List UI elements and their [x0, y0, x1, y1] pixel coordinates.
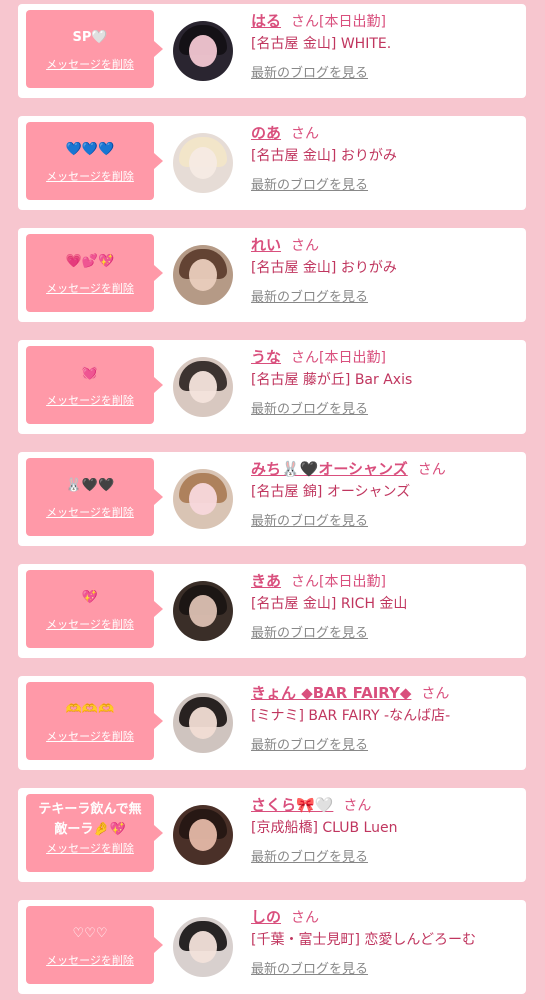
message-text: SP🤍	[72, 30, 108, 45]
shop-label: [千葉・富士見町] 恋愛しんどろーむ	[251, 932, 476, 948]
latest-blog-link[interactable]: 最新のブログを見る	[251, 286, 368, 310]
list-item: 🫶🫶🫶 メッセージを削除 きょん ◆BAR FAIRY◆ さん [ミナミ] BAR…	[18, 676, 526, 770]
delete-message-link[interactable]: メッセージを削除	[26, 729, 154, 745]
list-item: SP🤍 メッセージを削除 はる さん[本日出勤] [名古屋 金山] WHITE. …	[18, 4, 526, 98]
message-text: 💙💙💙	[65, 142, 115, 157]
latest-blog-link[interactable]: 最新のブログを見る	[251, 958, 368, 982]
message-text: 💗💕💖	[65, 254, 115, 269]
profile-info: きょん ◆BAR FAIRY◆ さん [ミナミ] BAR FAIRY -なんば店-…	[251, 682, 521, 758]
profile-info: さくら🎀🤍 さん [京成船橋] CLUB Luen 最新のブログを見る	[251, 794, 521, 870]
profile-info: れい さん [名古屋 金山] おりがみ 最新のブログを見る	[251, 234, 521, 310]
message-bubble: 💖 メッセージを削除	[26, 570, 163, 648]
honorific-status: さん	[417, 462, 446, 478]
honorific-status: さん	[291, 126, 320, 142]
list-item: 💓 メッセージを削除 うな さん[本日出勤] [名古屋 藤が丘] Bar Axis…	[18, 340, 526, 434]
avatar[interactable]	[173, 133, 233, 193]
latest-blog-link[interactable]: 最新のブログを見る	[251, 734, 368, 758]
profile-info: しの さん [千葉・富士見町] 恋愛しんどろーむ 最新のブログを見る	[251, 906, 521, 982]
latest-blog-link[interactable]: 最新のブログを見る	[251, 174, 368, 198]
message-bubble: SP🤍 メッセージを削除	[26, 10, 163, 88]
delete-message-link[interactable]: メッセージを削除	[26, 617, 154, 633]
latest-blog-link[interactable]: 最新のブログを見る	[251, 510, 368, 534]
message-bubble: 🐰🖤🖤 メッセージを削除	[26, 458, 163, 536]
shop-label: [名古屋 金山] おりがみ	[251, 148, 397, 164]
message-bubble: 💓 メッセージを削除	[26, 346, 163, 424]
avatar[interactable]	[173, 581, 233, 641]
message-text: テキーラ飲んで無敵ーラ🤌💖	[38, 802, 142, 837]
latest-blog-link[interactable]: 最新のブログを見る	[251, 846, 368, 870]
profile-name-link[interactable]: れい	[251, 236, 281, 254]
avatar[interactable]	[173, 917, 233, 977]
avatar[interactable]	[173, 469, 233, 529]
message-text: 🐰🖤🖤	[65, 478, 115, 493]
delete-message-link[interactable]: メッセージを削除	[26, 505, 154, 521]
message-text: ♡♡♡	[72, 926, 108, 941]
avatar[interactable]	[173, 245, 233, 305]
list-item: 💖 メッセージを削除 きあ さん[本日出勤] [名古屋 金山] RICH 金山 最…	[18, 564, 526, 658]
shop-label: [ミナミ] BAR FAIRY -なんば店-	[251, 708, 451, 724]
latest-blog-link[interactable]: 最新のブログを見る	[251, 622, 368, 646]
delete-message-link[interactable]: メッセージを削除	[26, 169, 154, 185]
delete-message-link[interactable]: メッセージを削除	[26, 393, 154, 409]
list-item: テキーラ飲んで無敵ーラ🤌💖 メッセージを削除 さくら🎀🤍 さん [京成船橋] CL…	[18, 788, 526, 882]
avatar[interactable]	[173, 805, 233, 865]
profile-info: はる さん[本日出勤] [名古屋 金山] WHITE. 最新のブログを見る	[251, 10, 521, 86]
profile-info: きあ さん[本日出勤] [名古屋 金山] RICH 金山 最新のブログを見る	[251, 570, 521, 646]
profile-name-link[interactable]: のあ	[251, 124, 281, 142]
message-bubble: 💙💙💙 メッセージを削除	[26, 122, 163, 200]
shop-label: [京成船橋] CLUB Luen	[251, 820, 398, 836]
honorific-status: さん	[291, 910, 320, 926]
honorific-status: さん	[291, 238, 320, 254]
honorific-status: さん	[343, 798, 372, 814]
profile-name-link[interactable]: みち🐰🖤オーシャンズ	[251, 460, 408, 478]
avatar[interactable]	[173, 357, 233, 417]
honorific-status: さん[本日出勤]	[291, 14, 386, 30]
profile-name-link[interactable]: きょん ◆BAR FAIRY◆	[251, 684, 411, 702]
message-bubble: ♡♡♡ メッセージを削除	[26, 906, 163, 984]
latest-blog-link[interactable]: 最新のブログを見る	[251, 398, 368, 422]
shop-label: [名古屋 錦] オーシャンズ	[251, 484, 411, 500]
profile-info: うな さん[本日出勤] [名古屋 藤が丘] Bar Axis 最新のブログを見る	[251, 346, 521, 422]
message-text: 💓	[81, 366, 99, 381]
shop-label: [名古屋 金山] WHITE.	[251, 36, 392, 52]
list-item: 🐰🖤🖤 メッセージを削除 みち🐰🖤オーシャンズ さん [名古屋 錦] オーシャンズ…	[18, 452, 526, 546]
profile-name-link[interactable]: はる	[251, 12, 281, 30]
message-text: 🫶🫶🫶	[65, 702, 115, 717]
message-bubble: 🫶🫶🫶 メッセージを削除	[26, 682, 163, 760]
message-bubble: 💗💕💖 メッセージを削除	[26, 234, 163, 312]
delete-message-link[interactable]: メッセージを削除	[26, 57, 154, 73]
profile-name-link[interactable]: さくら🎀🤍	[251, 796, 333, 814]
list-item: 💗💕💖 メッセージを削除 れい さん [名古屋 金山] おりがみ 最新のブログを見…	[18, 228, 526, 322]
shop-label: [名古屋 藤が丘] Bar Axis	[251, 372, 413, 388]
profile-name-link[interactable]: うな	[251, 348, 281, 366]
avatar[interactable]	[173, 693, 233, 753]
profile-info: のあ さん [名古屋 金山] おりがみ 最新のブログを見る	[251, 122, 521, 198]
delete-message-link[interactable]: メッセージを削除	[26, 281, 154, 297]
profile-name-link[interactable]: きあ	[251, 572, 281, 590]
shop-label: [名古屋 金山] RICH 金山	[251, 596, 408, 612]
profile-info: みち🐰🖤オーシャンズ さん [名古屋 錦] オーシャンズ 最新のブログを見る	[251, 458, 521, 534]
latest-blog-link[interactable]: 最新のブログを見る	[251, 62, 368, 86]
list-item: ♡♡♡ メッセージを削除 しの さん [千葉・富士見町] 恋愛しんどろーむ 最新の…	[18, 900, 526, 994]
message-text: 💖	[81, 590, 99, 605]
list-item: 💙💙💙 メッセージを削除 のあ さん [名古屋 金山] おりがみ 最新のブログを見…	[18, 116, 526, 210]
honorific-status: さん[本日出勤]	[291, 350, 386, 366]
message-list: SP🤍 メッセージを削除 はる さん[本日出勤] [名古屋 金山] WHITE. …	[0, 0, 545, 1000]
shop-label: [名古屋 金山] おりがみ	[251, 260, 397, 276]
profile-name-link[interactable]: しの	[251, 908, 281, 926]
delete-message-link[interactable]: メッセージを削除	[26, 841, 154, 857]
message-bubble: テキーラ飲んで無敵ーラ🤌💖 メッセージを削除	[26, 794, 163, 872]
honorific-status: さん	[421, 686, 450, 702]
honorific-status: さん[本日出勤]	[291, 574, 386, 590]
avatar[interactable]	[173, 21, 233, 81]
delete-message-link[interactable]: メッセージを削除	[26, 953, 154, 969]
